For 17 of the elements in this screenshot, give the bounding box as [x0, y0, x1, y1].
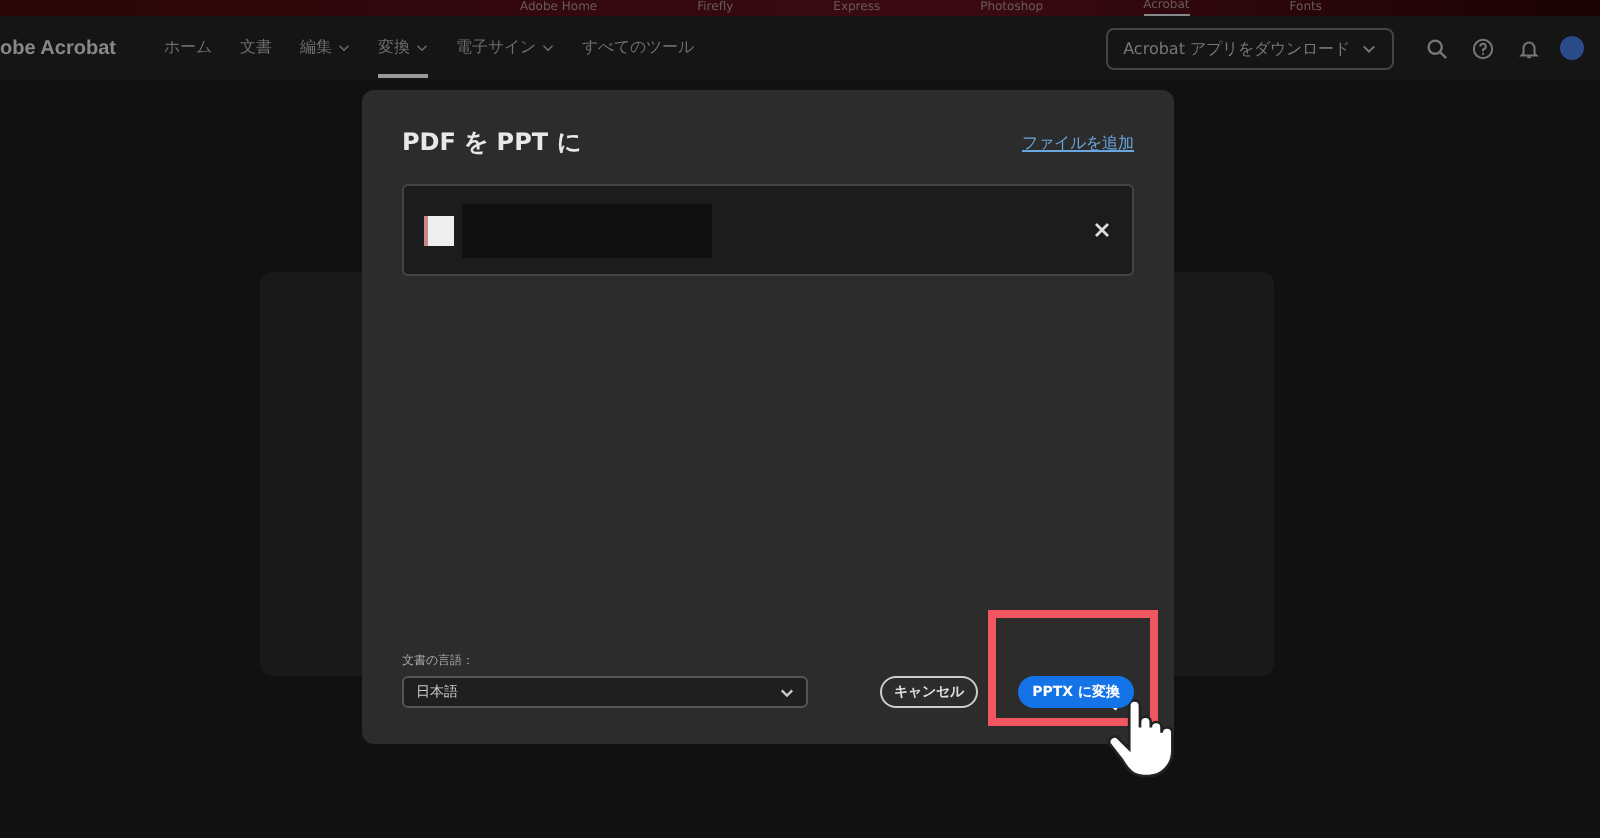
- download-app-button[interactable]: Acrobat アプリをダウンロード: [1105, 27, 1394, 69]
- nav-tab[interactable]: 文書: [239, 18, 272, 78]
- file-thumbnail: [424, 215, 454, 245]
- bell-icon[interactable]: [1518, 37, 1540, 59]
- close-icon[interactable]: [1092, 220, 1112, 240]
- app-name: obe Acrobat: [0, 37, 116, 59]
- nav-tab[interactable]: 編集: [299, 18, 350, 78]
- dialog-title: PDF を PPT に: [402, 126, 581, 160]
- search-icon[interactable]: [1426, 37, 1448, 59]
- chevron-down-icon: [1362, 43, 1376, 53]
- nav-tab[interactable]: 電子サイン: [455, 18, 554, 78]
- add-files-link[interactable]: ファイルを追加: [1022, 132, 1134, 154]
- nav-tab[interactable]: すべてのツール: [581, 18, 694, 78]
- nav-tab[interactable]: ホーム: [163, 18, 212, 78]
- chevron-down-icon: [780, 687, 794, 697]
- avatar[interactable]: [1560, 36, 1584, 60]
- help-icon[interactable]: [1472, 37, 1494, 59]
